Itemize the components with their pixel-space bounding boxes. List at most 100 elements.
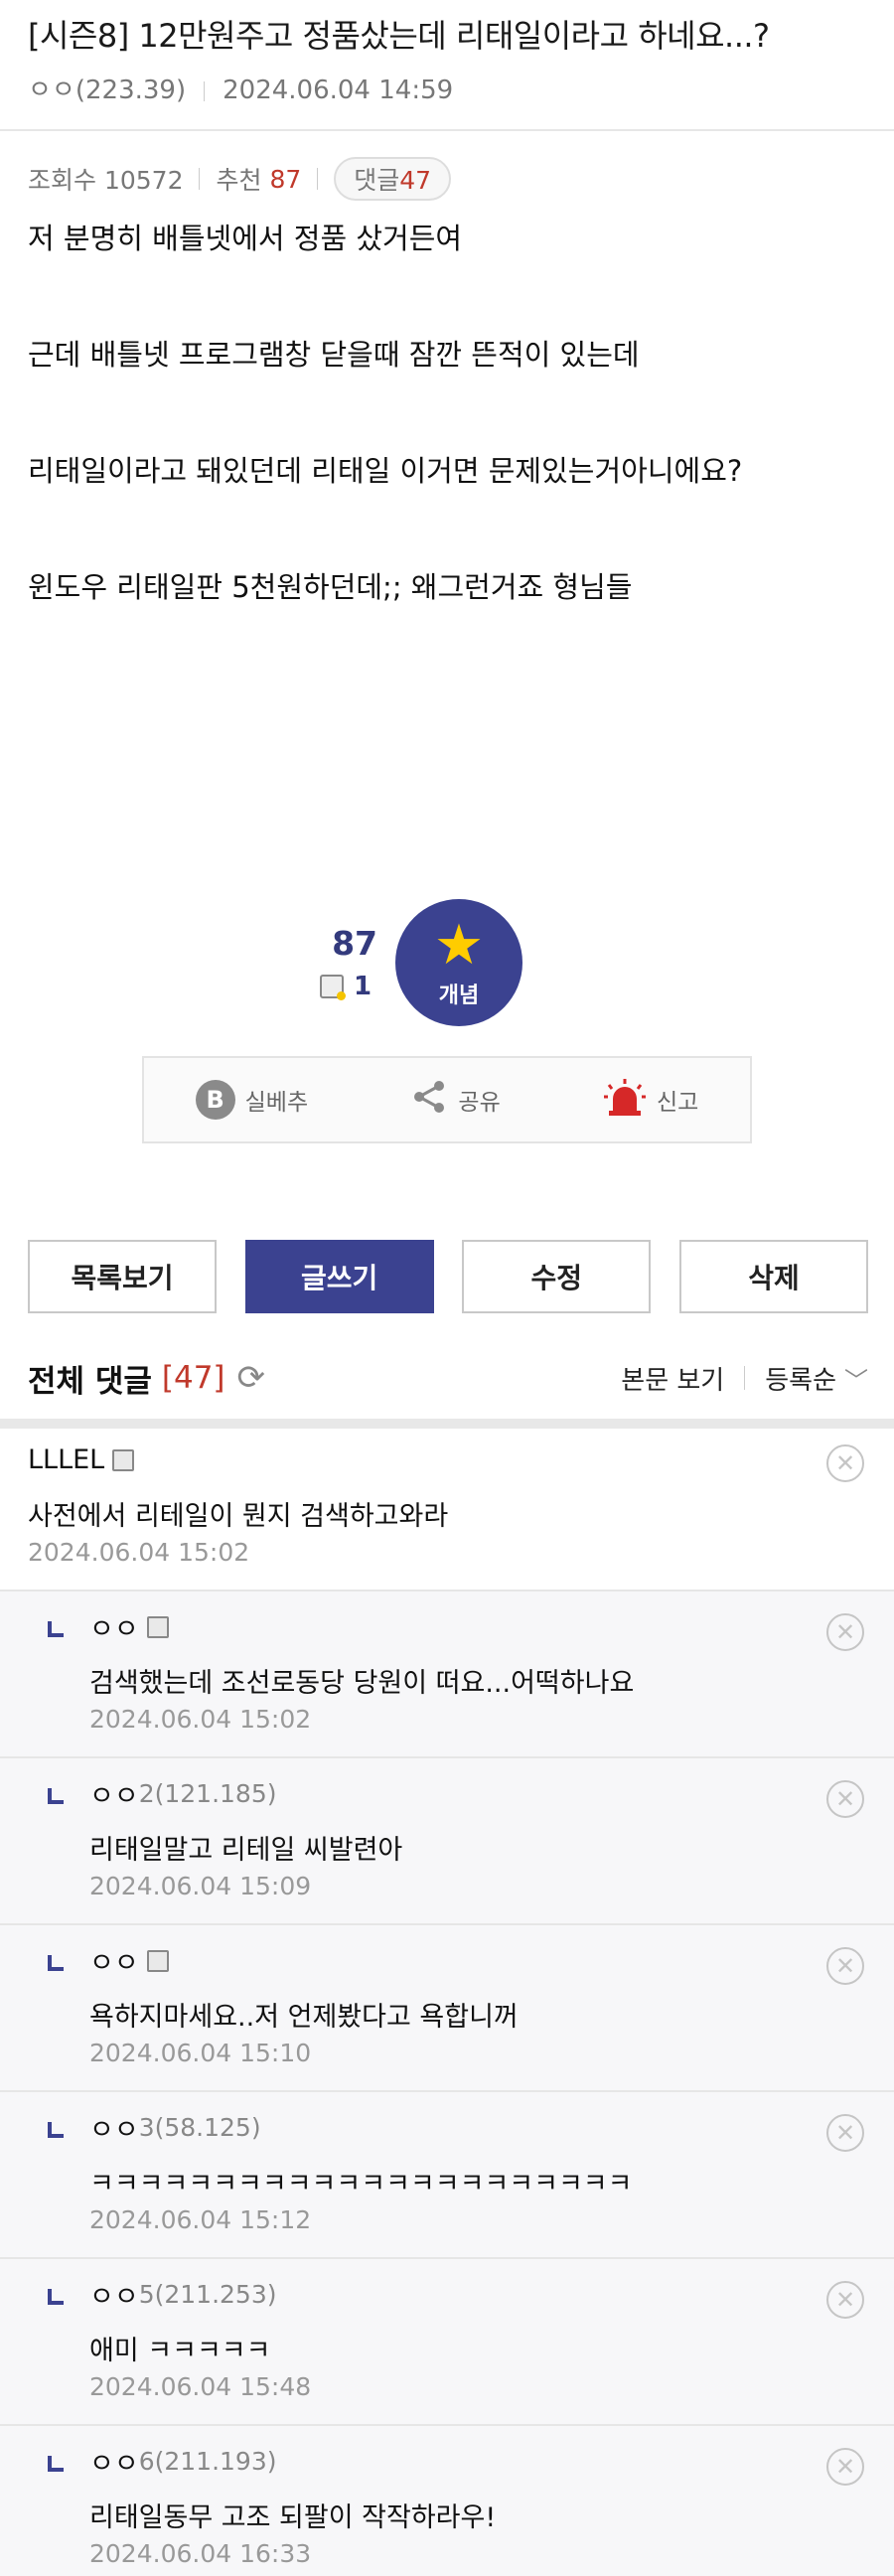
silbe-label: 실베추: [244, 1090, 309, 1116]
share-icon: [410, 1078, 448, 1122]
fixed-vote: 1: [320, 972, 372, 1001]
refresh-icon[interactable]: ⟳: [237, 1358, 266, 1398]
comment-count: 47: [399, 166, 432, 195]
divider: [199, 168, 201, 190]
concept-label: 개념: [438, 984, 480, 1008]
comment-item: ㅇㅇ 6(211.193) 리태일동무 고조 되팔이 작작하라우! 2024.06.0…: [0, 2426, 894, 2576]
comment-author[interactable]: ㅇㅇ 2(121.185): [89, 1774, 276, 1813]
share-button[interactable]: 공유: [410, 1078, 501, 1122]
comment-item: ㅇㅇ 욕하지마세요..저 언제봤다고 욕합니꺼 2024.06.04 15:10 ✕: [0, 1925, 894, 2092]
comment-author-name: LLLEL: [28, 1444, 105, 1475]
memo-icon: [146, 1615, 169, 1638]
comment-author-name: ㅇㅇ: [89, 2282, 139, 2313]
comment-date: 2024.06.04 15:02: [89, 1705, 312, 1734]
edit-button[interactable]: 수정: [462, 1240, 652, 1313]
divider: [0, 129, 894, 131]
post-meta: ㅇㅇ(223.39) 2024.06.04 14:59: [28, 70, 453, 106]
comment-item: ㅇㅇ 3(58.125) ㅋㅋㅋㅋㅋㅋㅋㅋㅋㅋㅋㅋㅋㅋㅋㅋㅋㅋㅋㅋㅋㅋ 2024.06…: [0, 2092, 894, 2259]
post-action-buttons: 목록보기 글쓰기 수정 삭제: [28, 1240, 868, 1313]
reply-arrow-icon: [48, 2456, 64, 2472]
recommend-label: 추천: [216, 166, 262, 195]
comment-text: ㅋㅋㅋㅋㅋㅋㅋㅋㅋㅋㅋㅋㅋㅋㅋㅋㅋㅋㅋㅋㅋㅋ: [89, 2169, 633, 2199]
chevron-down-icon[interactable]: ﹀: [844, 1361, 868, 1396]
reply-arrow-icon: [48, 2122, 64, 2138]
delete-comment-icon[interactable]: ✕: [826, 2281, 864, 2319]
comment-date: 2024.06.04 15:02: [28, 1538, 250, 1567]
star-icon: ★: [433, 913, 485, 978]
post-body: 저 분명히 배틀넷에서 정품 샀거든여 근데 배틀넷 프로그램창 닫을때 잠깐 …: [28, 219, 872, 683]
reply-arrow-icon: [48, 1955, 64, 1971]
comment-header-count: [47]: [161, 1360, 225, 1396]
siren-icon: [603, 1077, 647, 1123]
comment-date: 2024.06.04 15:12: [89, 2205, 312, 2234]
sort-dropdown[interactable]: 등록순: [765, 1360, 836, 1397]
comment-date: 2024.06.04 16:33: [89, 2539, 312, 2568]
delete-button[interactable]: 삭제: [678, 1240, 868, 1313]
write-button[interactable]: 글쓰기: [244, 1240, 434, 1313]
share-bar: B 실베추 공유 신고: [142, 1056, 752, 1143]
vote-count: 87: [332, 924, 377, 963]
comment-author-name: ㅇㅇ: [89, 1781, 139, 1812]
reply-arrow-icon: [48, 2289, 64, 2305]
comment-author-ip: 5(211.253): [138, 2280, 277, 2309]
comment-date: 2024.06.04 15:48: [89, 2372, 312, 2401]
comment-author[interactable]: LLLEL: [28, 1444, 135, 1475]
list-button[interactable]: 목록보기: [28, 1240, 217, 1313]
memo-icon: [320, 975, 346, 1000]
comment-date: 2024.06.04 15:09: [89, 1872, 312, 1900]
comment-author[interactable]: ㅇㅇ: [89, 1941, 169, 1980]
report-button[interactable]: 신고: [603, 1077, 698, 1123]
comment-text: 리태일동무 고조 되팔이 작작하라우!: [89, 2502, 497, 2533]
report-label: 신고: [657, 1090, 699, 1116]
post-author[interactable]: ㅇㅇ(223.39): [28, 76, 186, 105]
comment-author-name: ㅇㅇ: [89, 2115, 139, 2146]
divider: [317, 168, 319, 190]
comment-text: 욕하지마세요..저 언제봤다고 욕합니꺼: [89, 2002, 519, 2033]
fixed-vote-count: 1: [354, 972, 372, 1001]
comment-item: ㅇㅇ 2(121.185) 리태일말고 리테일 씨발련아 2024.06.04 15:…: [0, 1758, 894, 1925]
memo-icon: [146, 1949, 169, 1972]
post-body-line: 리태일이라고 돼있던데 리태일 이거면 문제있는거아니에요?: [28, 454, 743, 488]
post-body-line: 윈도우 리태일판 5천원하던데;; 왜그런거죠 형님들: [28, 570, 633, 604]
reply-arrow-icon: [48, 1788, 64, 1804]
post-body-line: 근데 배틀넷 프로그램창 닫을때 잠깐 뜬적이 있는데: [28, 338, 640, 372]
divider: [0, 1419, 894, 1429]
comment-date: 2024.06.04 15:10: [89, 2039, 312, 2067]
recommend-count: 87: [269, 164, 302, 194]
concept-button[interactable]: ★ 개념: [395, 899, 522, 1026]
b-badge-icon: B: [195, 1080, 235, 1120]
comment-text: 사전에서 리테일이 뭔지 검색하고와라: [28, 1501, 449, 1532]
comment-author[interactable]: ㅇㅇ 3(58.125): [89, 2108, 261, 2147]
reply-arrow-icon: [48, 1621, 64, 1637]
comment-author-name: ㅇㅇ: [89, 2449, 139, 2480]
memo-icon: [112, 1448, 135, 1471]
divider: [744, 1366, 746, 1390]
post-stats: 조회수 10572 추천 87 댓글47: [28, 157, 452, 201]
delete-comment-icon[interactable]: ✕: [826, 2448, 864, 2486]
comment-author[interactable]: ㅇㅇ: [89, 1607, 169, 1646]
comment-item: ㅇㅇ 검색했는데 조선로동당 당원이 떠요...어떡하나요 2024.06.04 1…: [0, 1591, 894, 1758]
post-title: [시즌8] 12만원주고 정품샀는데 리태일이라고 하네요...?: [28, 17, 770, 55]
comment-author[interactable]: ㅇㅇ 5(211.253): [89, 2275, 276, 2314]
divider: [204, 80, 206, 101]
comment-author-ip: 3(58.125): [138, 2113, 261, 2142]
view-count: 조회수 10572: [28, 166, 184, 195]
comment-header-title: 전체 댓글: [28, 1363, 152, 1400]
view-body-button[interactable]: 본문 보기: [621, 1360, 724, 1397]
comment-header: 전체 댓글 [47] ⟳ 본문 보기 등록순 ﹀: [28, 1353, 868, 1403]
comment-author[interactable]: ㅇㅇ 6(211.193): [89, 2442, 276, 2481]
comment-item: LLLEL 사전에서 리테일이 뭔지 검색하고와라 2024.06.04 15:02…: [0, 1429, 894, 1591]
comment-item: ㅇㅇ 5(211.253) 애미 ㅋㅋㅋㅋㅋ 2024.06.04 15:48 ✕: [0, 2259, 894, 2426]
delete-comment-icon[interactable]: ✕: [826, 1613, 864, 1651]
delete-comment-icon[interactable]: ✕: [826, 2114, 864, 2152]
comment-count-badge[interactable]: 댓글47: [334, 157, 452, 201]
comment-author-name: ㅇㅇ: [89, 1948, 139, 1979]
silbe-button[interactable]: B 실베추: [195, 1080, 309, 1120]
comment-text: 애미 ㅋㅋㅋㅋㅋ: [89, 2336, 271, 2366]
delete-comment-icon[interactable]: ✕: [826, 1780, 864, 1818]
share-label: 공유: [458, 1090, 501, 1116]
post-datetime: 2024.06.04 14:59: [223, 76, 454, 105]
delete-comment-icon[interactable]: ✕: [826, 1444, 864, 1482]
delete-comment-icon[interactable]: ✕: [826, 1947, 864, 1985]
comment-count-label: 댓글: [354, 166, 400, 195]
